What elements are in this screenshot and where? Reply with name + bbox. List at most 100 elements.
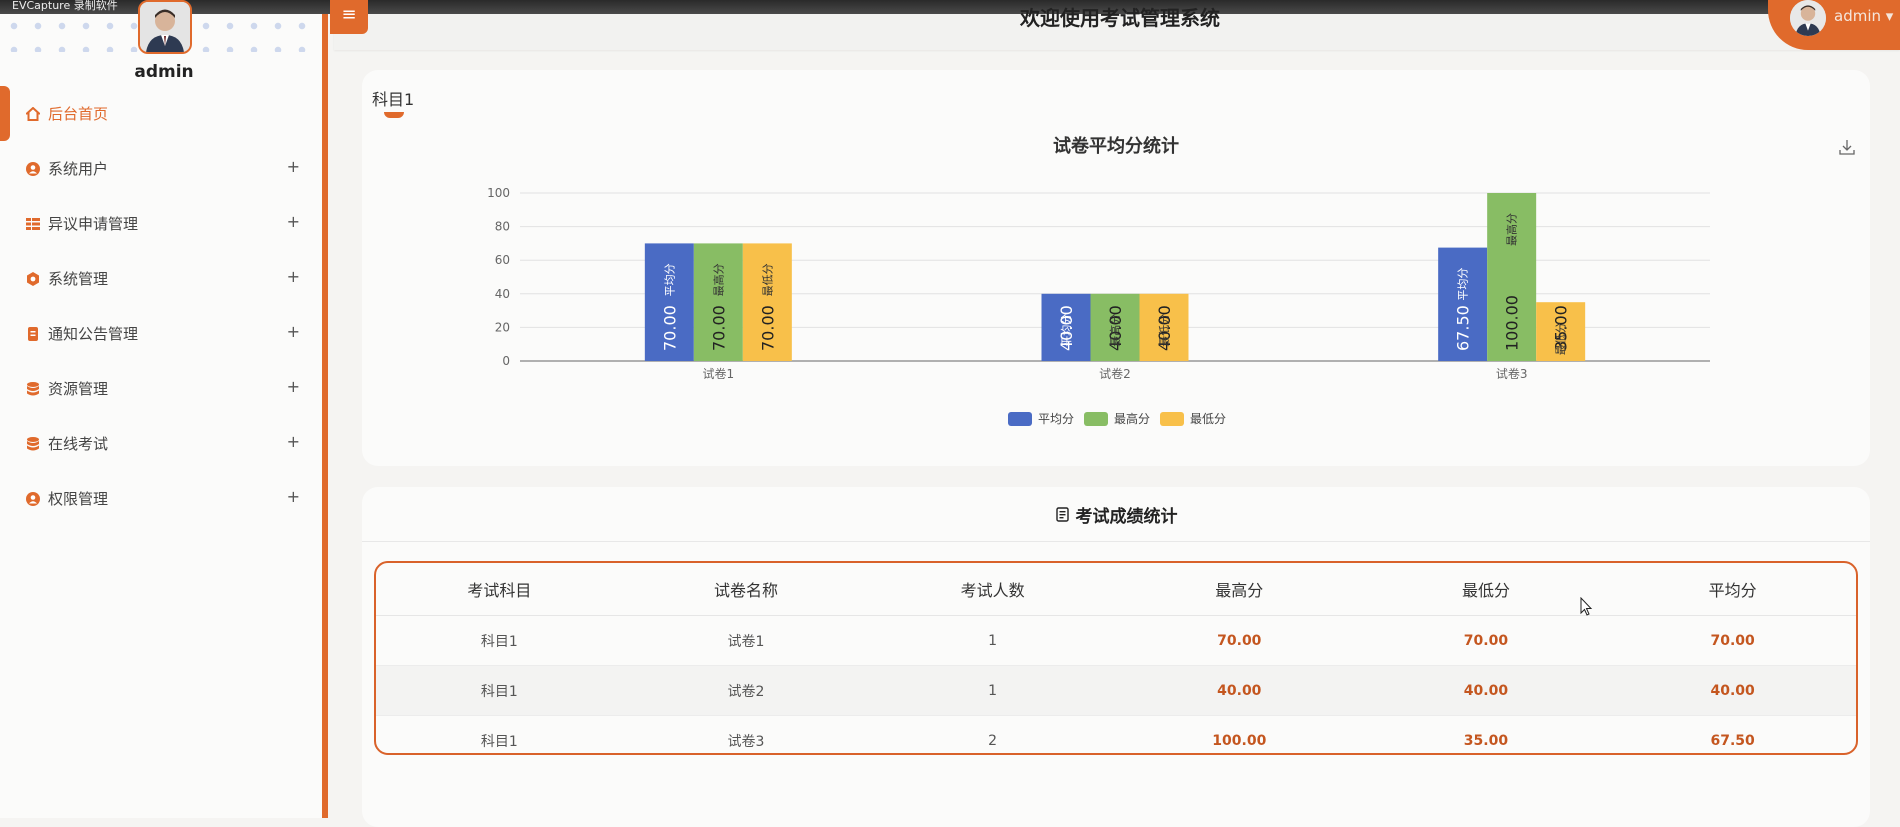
- y-tick-label: 60: [495, 253, 510, 267]
- bar-chart: 试卷平均分统计 0 20 40 60 80 100 试卷1 70.00 平均分 70.00 最高分 70…: [487, 135, 1710, 426]
- data-label: 70.00: [758, 305, 777, 351]
- legend-label: 最低分: [1190, 412, 1226, 426]
- cell-avg: 70.00: [1609, 615, 1856, 666]
- cell-min: 40.00: [1362, 665, 1610, 716]
- sidebar-item-label: 资源管理: [48, 380, 109, 398]
- legend-swatch: [1008, 412, 1032, 426]
- data-label: 70.00: [709, 305, 728, 351]
- expand-icon[interactable]: +: [287, 377, 300, 396]
- sidebar-item-label: 通知公告管理: [48, 325, 139, 343]
- column-header: 平均分: [1609, 563, 1856, 616]
- profile-avatar: [138, 0, 192, 54]
- data-label: 67.50: [1454, 305, 1473, 351]
- document-icon: [28, 326, 38, 341]
- cell-min: 35.00: [1463, 732, 1509, 749]
- expand-icon[interactable]: +: [287, 212, 300, 231]
- sidebar-item-home[interactable]: 后台首页: [0, 86, 322, 141]
- legend-swatch: [1160, 412, 1184, 426]
- expand-icon[interactable]: +: [287, 432, 300, 451]
- cell-min: 70.00: [1362, 615, 1610, 666]
- y-tick-label: 40: [495, 287, 510, 301]
- sidebar-item-label: 系统用户: [48, 160, 109, 178]
- column-header: 最低分: [1362, 563, 1610, 616]
- chart-title: 试卷平均分统计: [1053, 135, 1179, 157]
- recorder-caption: EVCapture 录制软件: [12, 0, 118, 12]
- cell-max: 40.00: [1115, 665, 1363, 716]
- series-label: 最高分: [1108, 314, 1122, 347]
- series-label: 平均分: [1457, 268, 1470, 301]
- cell-count: 2: [988, 732, 998, 749]
- stats-table-wrapper: 考试科目 试卷名称 考试人数 最高分 最低分 平均分 科目1 试卷1 1 70.…: [374, 561, 1858, 755]
- cell-avg: 67.50: [1710, 732, 1755, 749]
- expand-icon[interactable]: +: [287, 487, 300, 506]
- sidebar-item-label: 异议申请管理: [48, 215, 139, 233]
- legend-label: 最高分: [1114, 411, 1150, 426]
- sidebar-item-label: 后台首页: [48, 105, 109, 123]
- series-label: 最低分: [1158, 314, 1171, 347]
- sidebar-item-online-exam[interactable]: 在线考试 +: [0, 416, 322, 471]
- column-header: 考试人数: [869, 563, 1116, 616]
- chart-card: 科目1 试卷平均分统计 0 20 40 60 80 100 试卷1 70.00 平均分 70.00 最…: [362, 70, 1870, 466]
- stats-title: 考试成绩统计: [1075, 506, 1178, 527]
- stats-card: 考试成绩统计 考试科目 试卷名称 考试人数 最高分 最低分 平均分 科目1 试卷…: [362, 487, 1870, 827]
- cell-count: 1: [869, 615, 1116, 666]
- sidebar-item-system-users[interactable]: 系统用户 +: [0, 141, 322, 196]
- sidebar-item-objection[interactable]: 异议申请管理 +: [0, 196, 322, 251]
- settings-icon: [27, 271, 39, 286]
- column-header: 考试科目: [376, 563, 623, 616]
- user-menu-label[interactable]: admin ▾: [1834, 7, 1893, 25]
- expand-icon[interactable]: +: [287, 322, 300, 341]
- stats-table: 考试科目 试卷名称 考试人数 最高分 最低分 平均分 科目1 试卷1 1 70.…: [376, 563, 1856, 754]
- sidebar: admin 后台首页 系统用户 + 异议申请管理 + 系统管理 + 通知公告管理…: [0, 0, 328, 818]
- avatar-image: [1790, 0, 1826, 36]
- cell-subject: 科目1: [376, 615, 623, 666]
- x-tick-label: 试卷1: [703, 366, 735, 381]
- legend-label: 平均分: [1038, 412, 1074, 426]
- cell-avg: 40.00: [1609, 665, 1856, 716]
- cell-max: 100.00: [1212, 732, 1267, 749]
- cell-count: 1: [869, 665, 1116, 716]
- sidebar-item-system[interactable]: 系统管理 +: [0, 251, 322, 306]
- cell-paper: 试卷1: [622, 615, 870, 666]
- database-icon: [27, 436, 39, 450]
- expand-icon[interactable]: +: [287, 157, 300, 176]
- user-icon: [26, 161, 40, 176]
- grid-icon: [26, 217, 40, 230]
- sidebar-item-resources[interactable]: 资源管理 +: [0, 361, 322, 416]
- table-row: 科目1 试卷2 1 40.00 40.00 40.00: [376, 665, 1856, 716]
- mouse-cursor-icon: [1580, 597, 1593, 616]
- y-tick-label: 20: [495, 320, 510, 334]
- column-header: 试卷名称: [622, 563, 870, 616]
- sidebar-item-label: 系统管理: [48, 270, 109, 288]
- x-tick-label: 试卷3: [1496, 366, 1528, 381]
- sidebar-username: admin: [134, 62, 194, 82]
- database-icon: [27, 381, 39, 395]
- data-label: 100.00: [1503, 295, 1522, 351]
- legend-swatch: [1084, 412, 1108, 426]
- menu-toggle-button[interactable]: ≡: [330, 0, 368, 34]
- cell-subject: 科目1: [480, 733, 518, 750]
- sidebar-menu: 后台首页 系统用户 + 异议申请管理 + 系统管理 + 通知公告管理 + 资源管…: [0, 86, 322, 526]
- series-label: 最低分: [761, 263, 774, 296]
- sidebar-item-notice[interactable]: 通知公告管理 +: [0, 306, 322, 361]
- sidebar-item-label: 权限管理: [48, 490, 109, 508]
- table-row: 科目1 试卷3 2 100.00 35.00 67.50: [376, 716, 1856, 754]
- user-icon: [26, 491, 40, 506]
- sidebar-item-permissions[interactable]: 权限管理 +: [0, 471, 322, 526]
- cell-max: 70.00: [1115, 615, 1363, 666]
- expand-icon[interactable]: +: [287, 267, 300, 286]
- avatar[interactable]: [1790, 0, 1826, 36]
- series-label: 最高分: [711, 263, 725, 296]
- profile-avatar-image: [140, 2, 190, 52]
- column-header: 最高分: [1115, 563, 1363, 616]
- y-tick-label: 80: [495, 220, 510, 234]
- table-header-row: 考试科目 试卷名称 考试人数 最高分 最低分 平均分: [376, 563, 1856, 616]
- x-tick-label: 试卷2: [1099, 366, 1131, 381]
- series-label: 平均分: [663, 263, 676, 296]
- y-tick-label: 0: [502, 354, 510, 368]
- data-label: 70.00: [660, 305, 679, 351]
- user-menu[interactable]: admin ▾: [1768, 0, 1900, 50]
- y-tick-label: 100: [487, 186, 510, 200]
- series-label: 平均分: [1060, 314, 1073, 347]
- cell-paper: 试卷3: [727, 733, 765, 750]
